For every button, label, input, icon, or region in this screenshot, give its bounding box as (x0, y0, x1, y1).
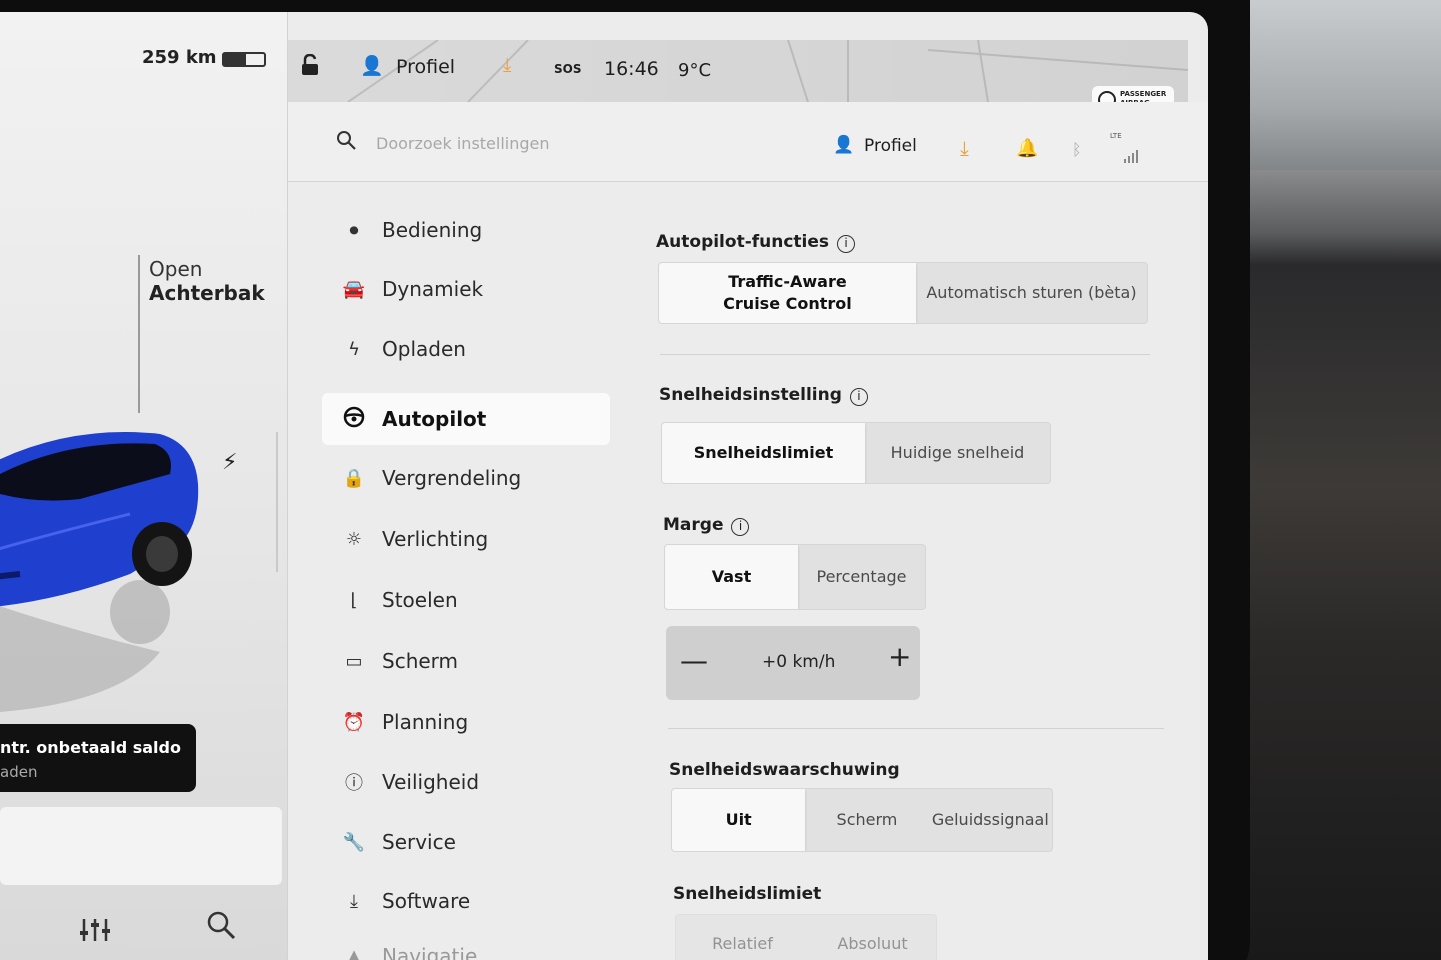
margin-selector: Vast Percentage (664, 544, 926, 610)
header-profile-icon: 👤 (833, 135, 855, 155)
nav-item-dynamiek[interactable]: 🚘 Dynamiek (322, 263, 610, 315)
cellular-signal-icon (1124, 148, 1138, 168)
bolt-icon: ϟ (348, 338, 360, 360)
option-snelheidslimiet[interactable]: Snelheidslimiet (662, 423, 865, 483)
speed-setting-selector: Snelheidslimiet Huidige snelheid (661, 422, 1051, 484)
autopilot-settings: Autopilot-functies i Traffic-Aware Cruise… (650, 182, 1170, 960)
alert-icon: ⓘ (345, 773, 363, 794)
status-profile-label[interactable]: Profiel (396, 56, 455, 78)
bottom-card (0, 807, 282, 885)
trunk-label-line2: Achterbak (149, 281, 265, 305)
option-automatisch-sturen[interactable]: Automatisch sturen (bèta) (916, 263, 1147, 323)
car-reflection (0, 580, 170, 712)
lock-icon: 🔒 (342, 467, 366, 489)
nav-item-navigatie[interactable]: ▲ Navigatie (322, 930, 610, 960)
touchscreen: 259 km Open Achterbak ⚡ ntr. onbetaald s… (0, 12, 1208, 960)
search-settings-input[interactable] (376, 128, 696, 158)
charge-port-bolt-icon[interactable]: ⚡ (222, 450, 237, 475)
sos-label[interactable]: SOS (554, 62, 582, 76)
option-huidige-snelheid[interactable]: Huidige snelheid (865, 423, 1050, 483)
download-icon[interactable]: ⤓ (503, 54, 511, 76)
margin-title: Marge i (663, 515, 750, 536)
option-scherm[interactable]: Scherm (805, 789, 928, 851)
trunk-label-line1: Open (149, 257, 203, 281)
alarm-clock-icon: ⏰ (342, 711, 366, 733)
charge-port-line (276, 432, 278, 572)
option-percentage[interactable]: Percentage (798, 545, 925, 609)
nav-item-vergrendeling[interactable]: 🔒 Vergrendeling (322, 452, 610, 504)
autopilot-features-title: Autopilot-functies i (656, 232, 856, 253)
speed-offset-value: +0 km/h (762, 652, 836, 672)
decrease-offset-button[interactable]: — (680, 644, 708, 677)
light-icon: ☼ (345, 528, 363, 550)
lte-label: LTE (1110, 132, 1122, 140)
search-icon[interactable] (206, 910, 236, 947)
navigation-icon: ▲ (347, 945, 361, 960)
steering-wheel-icon (334, 406, 374, 433)
option-geluidssignaal[interactable]: Geluidssignaal (929, 789, 1052, 851)
autopilot-features-selector: Traffic-Aware Cruise Control Automatisch… (658, 262, 1148, 324)
battery-icon (222, 52, 266, 67)
lock-status-icon[interactable] (300, 53, 320, 81)
notice-subtitle: aden (0, 763, 38, 781)
nav-item-opladen[interactable]: ϟ Opladen (322, 323, 610, 375)
profile-icon: 👤 (360, 55, 384, 77)
nav-item-verlichting[interactable]: ☼ Verlichting (322, 513, 610, 565)
divider (668, 728, 1164, 729)
notice-title: ntr. onbetaald saldo (0, 738, 181, 757)
option-uit[interactable]: Uit (672, 789, 806, 851)
bluetooth-icon[interactable]: ᛒ (1072, 140, 1082, 159)
increase-offset-button[interactable]: + (888, 640, 911, 673)
nav-item-veiligheid[interactable]: ⓘ Veiligheid (322, 756, 610, 808)
search-settings-icon (336, 130, 356, 155)
nav-item-service[interactable]: 🔧 Service (322, 816, 610, 868)
info-icon[interactable]: i (837, 235, 856, 253)
clock: 16:46 (604, 58, 659, 80)
range-readout: 259 km (142, 47, 217, 68)
car-panel: 259 km Open Achterbak ⚡ ntr. onbetaald s… (0, 12, 288, 960)
speed-limit-title: Snelheidslimiet (673, 884, 822, 904)
header-download-icon[interactable]: ⤓ (960, 136, 969, 160)
trunk-indicator-line (138, 255, 140, 413)
car-icon: 🚘 (342, 278, 366, 300)
download-icon: ⤓ (350, 890, 358, 912)
nav-item-scherm[interactable]: ▭ Scherm (322, 635, 610, 687)
speed-setting-title: Snelheidsinstelling i (659, 385, 868, 406)
info-icon[interactable]: i (849, 388, 868, 406)
seat-icon: ⌊ (350, 589, 358, 611)
toggle-icon: ⏺ (349, 219, 359, 241)
divider (660, 354, 1150, 355)
speed-warning-selector: Uit Scherm Geluidssignaal (671, 788, 1053, 852)
temperature: 9°C (678, 60, 712, 81)
speed-offset-stepper: — +0 km/h + (666, 626, 920, 700)
nav-item-bediening[interactable]: ⏺ Bediening (322, 204, 610, 256)
option-absoluut[interactable]: Absoluut (809, 915, 936, 960)
settings-nav: ⏺ Bediening 🚘 Dynamiek ϟ Opladen Autopil… (300, 182, 640, 960)
notification-bell-icon[interactable]: 🔔 (1016, 138, 1038, 159)
wrench-icon: 🔧 (342, 831, 366, 853)
header-profile-button[interactable]: Profiel (864, 136, 917, 156)
option-relatief[interactable]: Relatief (676, 915, 809, 960)
display-icon: ▭ (345, 650, 363, 672)
option-vast[interactable]: Vast (665, 545, 798, 609)
open-trunk-button[interactable]: Open Achterbak (149, 257, 265, 305)
nav-item-autopilot[interactable]: Autopilot (322, 393, 610, 445)
option-traffic-aware-cruise-control[interactable]: Traffic-Aware Cruise Control (659, 263, 916, 323)
info-icon[interactable]: i (731, 518, 750, 536)
nav-item-software[interactable]: ⤓ Software (322, 875, 610, 927)
unpaid-balance-notice[interactable]: ntr. onbetaald saldo aden (0, 724, 196, 792)
nav-item-stoelen[interactable]: ⌊ Stoelen (322, 574, 610, 626)
controls-sliders-icon[interactable] (80, 917, 110, 950)
nav-item-planning[interactable]: ⏰ Planning (322, 696, 610, 748)
speed-warning-title: Snelheidswaarschuwing (669, 760, 900, 780)
settings-header: 👤 Profiel ⤓ 🔔 ᛒ LTE (288, 102, 1208, 182)
speed-limit-selector: Relatief Absoluut (675, 914, 937, 960)
status-bar: 👤 Profiel ⤓ SOS 16:46 9°C (288, 40, 1188, 102)
